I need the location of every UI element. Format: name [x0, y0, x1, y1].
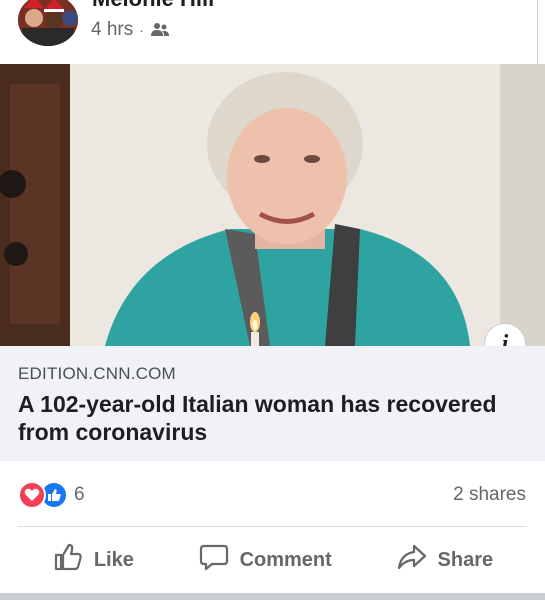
- thumbs-up-icon: [52, 541, 84, 579]
- reaction-count: 6: [74, 484, 85, 505]
- post-separator: [0, 593, 545, 600]
- comment-icon: [198, 541, 230, 579]
- meta-separator: ·: [139, 22, 144, 38]
- reaction-summary[interactable]: 6: [18, 481, 85, 509]
- like-button[interactable]: Like: [52, 541, 134, 579]
- reactions-bar: 6 2 shares: [0, 461, 545, 527]
- author-name[interactable]: Melonie Hill: [92, 0, 214, 12]
- shares-count[interactable]: 2 shares: [453, 484, 526, 506]
- post-header: Melonie Hill 4 hrs ·: [0, 0, 545, 165]
- comment-button[interactable]: Comment: [198, 541, 332, 579]
- action-bar: Like Comment Share: [0, 527, 545, 593]
- friends-icon[interactable]: [150, 22, 170, 38]
- post-timestamp[interactable]: 4 hrs: [91, 19, 133, 41]
- share-icon: [396, 541, 428, 579]
- link-caption[interactable]: EDITION.CNN.COM A 102-year-old Italian w…: [0, 346, 545, 461]
- post-meta: 4 hrs ·: [91, 19, 170, 41]
- link-preview-image[interactable]: [0, 64, 545, 346]
- like-label: Like: [93, 548, 134, 571]
- author-avatar[interactable]: [18, 0, 78, 46]
- share-label: Share: [437, 548, 494, 571]
- love-reaction-icon: [18, 481, 46, 509]
- comment-label: Comment: [239, 548, 332, 571]
- share-button[interactable]: Share: [396, 541, 494, 579]
- link-headline[interactable]: A 102-year-old Italian woman has recover…: [18, 390, 523, 446]
- link-domain: EDITION.CNN.COM: [18, 364, 176, 383]
